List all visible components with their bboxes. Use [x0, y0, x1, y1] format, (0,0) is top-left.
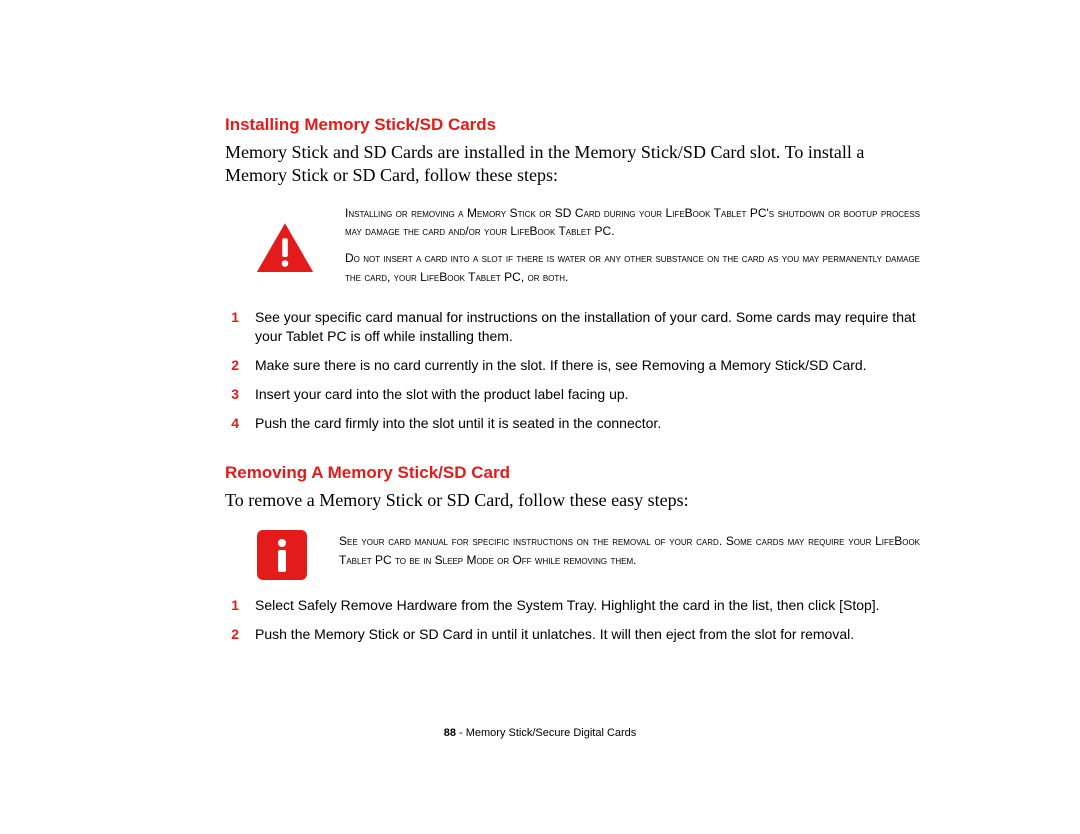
step-item: 1 Select Safely Remove Hardware from the … [225, 596, 920, 615]
heading-removing: Removing A Memory Stick/SD Card [225, 463, 920, 483]
step-number: 4 [225, 414, 239, 433]
warning-text: Installing or removing a Memory Stick or… [345, 204, 920, 294]
footer-sep: - [456, 727, 466, 739]
warning-para-1: Installing or removing a Memory Stick or… [345, 204, 920, 241]
intro-installing: Memory Stick and SD Cards are installed … [225, 141, 920, 188]
warning-triangle-icon [255, 221, 315, 276]
heading-installing: Installing Memory Stick/SD Cards [225, 115, 920, 135]
step-number: 1 [225, 308, 239, 346]
warning-notice: Installing or removing a Memory Stick or… [255, 204, 920, 294]
warning-para-2: Do not insert a card into a slot if ther… [345, 249, 920, 286]
footer-title: Memory Stick/Secure Digital Cards [466, 727, 637, 739]
info-square-icon [255, 528, 309, 582]
step-text: Push the Memory Stick or SD Card in unti… [255, 625, 854, 644]
step-item: 1 See your specific card manual for instr… [225, 308, 920, 346]
step-text: See your specific card manual for instru… [255, 308, 920, 346]
step-number: 2 [225, 356, 239, 375]
info-text: See your card manual for specific instru… [339, 532, 920, 577]
intro-removing: To remove a Memory Stick or SD Card, fol… [225, 489, 920, 512]
install-steps: 1 See your specific card manual for instr… [225, 308, 920, 432]
step-text: Make sure there is no card currently in … [255, 356, 867, 375]
step-text: Push the card firmly into the slot until… [255, 414, 661, 433]
step-number: 1 [225, 596, 239, 615]
step-item: 2 Make sure there is no card currently in… [225, 356, 920, 375]
step-item: 3 Insert your card into the slot with the… [225, 385, 920, 404]
info-notice: See your card manual for specific instru… [255, 528, 920, 582]
step-text: Insert your card into the slot with the … [255, 385, 629, 404]
remove-steps: 1 Select Safely Remove Hardware from the … [225, 596, 920, 644]
page-number: 88 [444, 727, 456, 739]
page-content: Installing Memory Stick/SD Cards Memory … [0, 0, 1080, 644]
step-number: 2 [225, 625, 239, 644]
step-number: 3 [225, 385, 239, 404]
step-text: Select Safely Remove Hardware from the S… [255, 596, 880, 615]
page-footer: 88 - Memory Stick/Secure Digital Cards [0, 727, 1080, 739]
info-para-1: See your card manual for specific instru… [339, 532, 920, 569]
step-item: 2 Push the Memory Stick or SD Card in unt… [225, 625, 920, 644]
step-item: 4 Push the card firmly into the slot unti… [225, 414, 920, 433]
